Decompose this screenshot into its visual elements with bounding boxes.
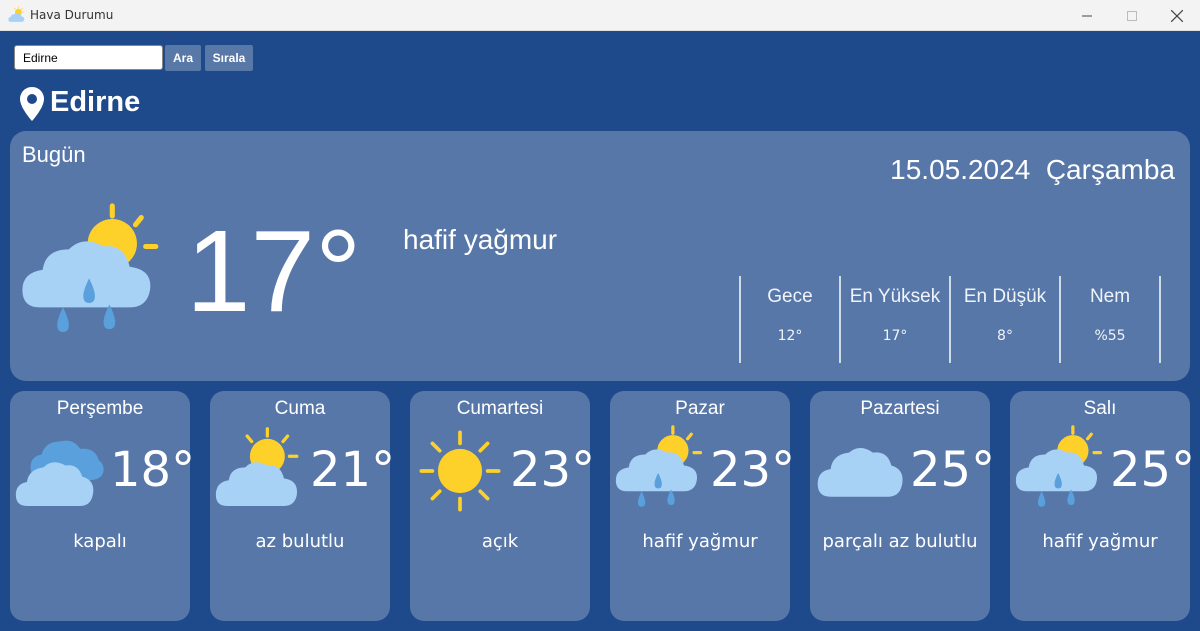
forecast-card[interactable]: Pazartesi 25° parçalı az bulutlu xyxy=(810,391,995,621)
current-description: hafif yağmur xyxy=(403,224,558,255)
forecast-temperature: 23° xyxy=(510,442,596,498)
close-icon xyxy=(1171,9,1183,22)
forecast-description: açık xyxy=(481,531,519,552)
stat-value: 12° xyxy=(777,328,803,344)
maximize-icon xyxy=(1127,10,1137,21)
stat-low: En Düşük 8° xyxy=(949,276,1059,363)
minimize-button[interactable] xyxy=(1064,0,1110,31)
forecast-temperature: 21° xyxy=(310,442,396,498)
overcast-clouds-icon xyxy=(12,425,108,517)
today-label: Bugün xyxy=(22,142,86,167)
forecast-description: hafif yağmur xyxy=(1042,531,1158,552)
forecast-day: Pazar xyxy=(675,398,725,419)
title-bar: Hava Durumu xyxy=(0,0,1200,31)
today-panel: Bugün 15.05.2024 Çarşamba 17° hafif yağm… xyxy=(10,131,1190,381)
stat-value: 17° xyxy=(882,328,908,344)
forecast-day: Cumartesi xyxy=(456,398,544,419)
rain-sun-cloud-icon xyxy=(1012,425,1108,517)
forecast-description: az bulutlu xyxy=(255,531,345,552)
stat-label: Nem xyxy=(1089,286,1131,307)
window-title: Hava Durumu xyxy=(30,8,114,22)
city-title: Edirne xyxy=(50,86,141,118)
sort-button[interactable]: Sırala xyxy=(205,45,253,71)
stat-label: Gece xyxy=(767,286,813,307)
today-stats: Gece 12° En Yüksek 17° En Düşük 8° Nem %… xyxy=(739,276,1161,363)
rain-sun-cloud-icon xyxy=(18,203,166,348)
forecast-day: Salı xyxy=(1083,398,1117,419)
forecast-card[interactable]: Salı 25° hafif yağmur xyxy=(1010,391,1195,621)
forecast-temperature: 18° xyxy=(110,442,196,498)
forecast-card[interactable]: Perşembe 18° kapalı xyxy=(10,391,195,621)
sun-icon xyxy=(412,425,508,517)
minimize-icon xyxy=(1082,15,1092,16)
location-pin-icon xyxy=(20,87,44,121)
stat-humidity: Nem %55 xyxy=(1059,276,1161,363)
city-search-input[interactable] xyxy=(14,45,163,70)
stat-value: 8° xyxy=(997,328,1013,344)
stat-high: En Yüksek 17° xyxy=(839,276,949,363)
search-button[interactable]: Ara xyxy=(165,45,201,71)
forecast-description: parçalı az bulutlu xyxy=(822,531,978,552)
sun-behind-cloud-icon xyxy=(212,425,308,517)
rain-sun-cloud-icon xyxy=(612,425,708,517)
stat-night: Gece 12° xyxy=(739,276,839,363)
current-temperature: 17° xyxy=(186,206,362,336)
stat-value: %55 xyxy=(1094,328,1126,344)
forecast-day: Cuma xyxy=(274,398,326,419)
forecast-day: Perşembe xyxy=(56,398,144,419)
forecast-description: hafif yağmur xyxy=(642,531,758,552)
forecast-card[interactable]: Cumartesi 23° açık xyxy=(410,391,595,621)
today-date: 15.05.2024 Çarşamba xyxy=(890,154,1175,185)
cloud-icon xyxy=(812,425,908,517)
stat-label: En Yüksek xyxy=(849,286,941,307)
forecast-day: Pazartesi xyxy=(860,398,940,419)
forecast-temperature: 25° xyxy=(1110,442,1196,498)
forecast-temperature: 23° xyxy=(710,442,796,498)
partly-cloudy-icon xyxy=(8,6,26,24)
forecast-card[interactable]: Cuma 21° az bulutlu xyxy=(210,391,395,621)
forecast-description: kapalı xyxy=(73,531,127,552)
maximize-button[interactable] xyxy=(1109,0,1155,31)
forecast-card[interactable]: Pazar 23° hafif yağmur xyxy=(610,391,795,621)
close-button[interactable] xyxy=(1154,0,1200,31)
forecast-temperature: 25° xyxy=(910,442,996,498)
stat-label: En Düşük xyxy=(963,286,1047,307)
